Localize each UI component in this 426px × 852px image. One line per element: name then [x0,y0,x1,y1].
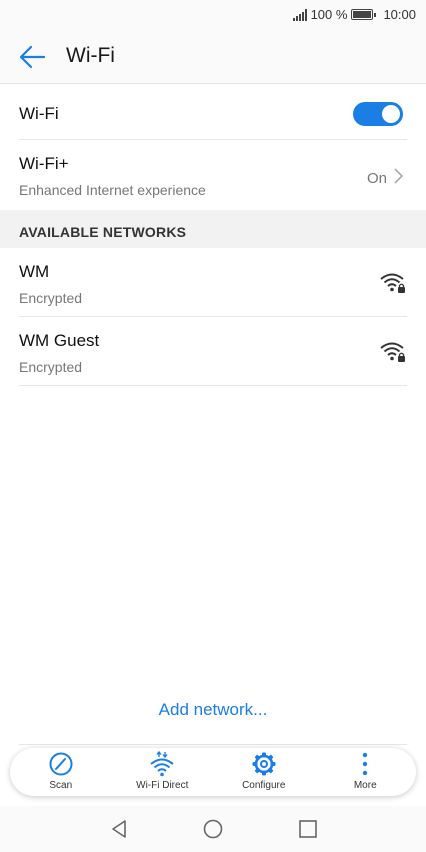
bottom-action-bar: Scan Wi-Fi Direct Configure More [10,748,416,796]
wifi-direct-icon [150,751,174,777]
wifi-locked-icon [380,273,405,293]
wifi-locked-icon [380,342,405,362]
more-button[interactable]: More [315,748,417,796]
gear-icon [252,752,276,776]
app-header: Wi-Fi [0,30,426,84]
more-vertical-icon [363,752,368,776]
configure-label: Configure [242,780,286,791]
network-row[interactable]: WM Guest Encrypted [19,317,407,386]
wifi-toggle-row[interactable]: Wi-Fi [19,84,407,140]
wifi-plus-row[interactable]: Wi-Fi+ Enhanced Internet experience On [19,140,407,210]
battery-icon [351,9,377,20]
section-header: AVAILABLE NETWORKS [0,210,426,248]
network-row[interactable]: WM Encrypted [19,248,407,317]
status-indicators: 100 % 10:00 [292,7,416,22]
nav-home-icon[interactable] [202,818,224,840]
scan-icon [49,752,73,776]
configure-button[interactable]: Configure [213,748,315,796]
system-nav-bar [0,806,426,852]
nav-back-icon[interactable] [108,818,130,840]
network-status: Encrypted [19,290,83,306]
scan-label: Scan [49,780,73,791]
wifi-plus-label: Wi-Fi+ [19,154,69,173]
more-label: More [353,780,377,791]
wifi-direct-button[interactable]: Wi-Fi Direct [112,748,214,796]
wifi-plus-value: On [366,170,387,187]
divider [19,744,407,745]
wifi-toggle-label: Wi-Fi [19,104,59,123]
back-arrow-icon[interactable] [18,44,46,70]
network-name: WM Guest [19,331,100,350]
wifi-switch[interactable] [353,102,403,126]
network-name: WM [19,262,50,281]
network-status: Encrypted [19,359,83,375]
scan-button[interactable]: Scan [10,748,112,796]
switch-knob [382,105,400,123]
clock: 10:00 [383,7,416,22]
nav-recents-icon[interactable] [297,818,319,840]
status-bar: 100 % 10:00 [0,0,426,30]
wifi-direct-label: Wi-Fi Direct [136,780,189,791]
chevron-right-icon [394,168,404,184]
add-network-link[interactable]: Add network... [0,700,426,720]
wifi-plus-subtitle: Enhanced Internet experience [19,182,206,198]
battery-percentage: 100 % [310,7,348,22]
page-title: Wi-Fi [66,44,115,67]
section-title: AVAILABLE NETWORKS [19,224,187,240]
signal-icon [292,8,307,21]
